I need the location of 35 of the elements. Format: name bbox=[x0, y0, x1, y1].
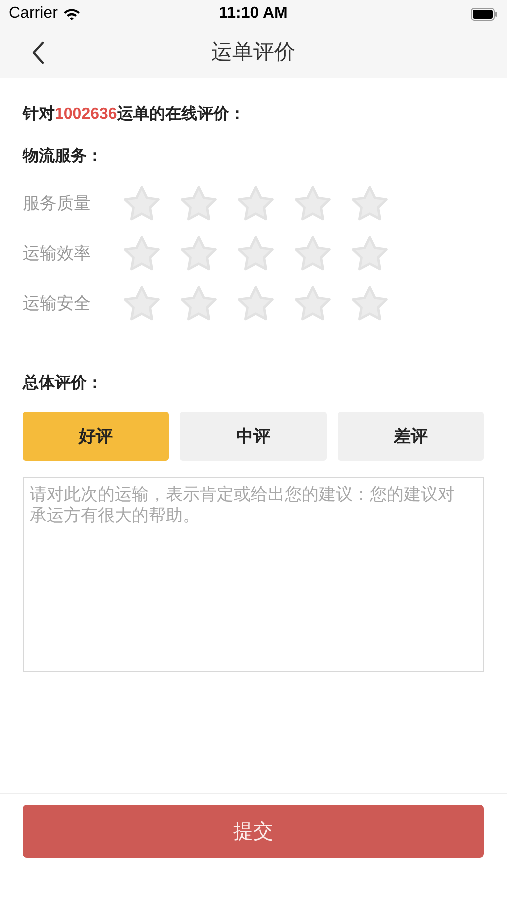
overall-label: 总体评价： bbox=[23, 374, 104, 394]
star-rating[interactable] bbox=[122, 185, 390, 223]
empty-star-icon bbox=[122, 285, 162, 323]
empty-star-icon bbox=[236, 185, 276, 223]
empty-star-icon bbox=[293, 285, 333, 323]
order-rating-heading: 针对1002636运单的在线评价： bbox=[23, 104, 246, 125]
rating-label: 运输效率 bbox=[23, 243, 92, 266]
rating-option[interactable]: 差评 bbox=[338, 412, 484, 461]
empty-star-icon bbox=[122, 185, 162, 223]
empty-star-icon bbox=[179, 285, 219, 323]
empty-star-icon bbox=[350, 185, 390, 223]
empty-star-icon bbox=[350, 285, 390, 323]
carrier-label: Carrier bbox=[9, 4, 58, 24]
empty-star-icon bbox=[236, 285, 276, 323]
wifi-icon bbox=[62, 8, 81, 20]
star-rating[interactable] bbox=[122, 235, 390, 273]
empty-star-icon bbox=[293, 235, 333, 273]
rating-option[interactable]: 中评 bbox=[180, 412, 327, 461]
comment-field[interactable]: 请对此次的运输，表示肯定或给出您的建议：您的建议对承运方有很大的帮助。 bbox=[23, 477, 484, 672]
empty-star-icon bbox=[122, 235, 162, 273]
empty-star-icon bbox=[179, 235, 219, 273]
page-title: 运单评价 bbox=[212, 40, 296, 66]
battery-icon bbox=[471, 8, 498, 20]
empty-star-icon bbox=[293, 185, 333, 223]
rating-label: 运输安全 bbox=[23, 293, 92, 316]
empty-star-icon bbox=[350, 235, 390, 273]
empty-star-icon bbox=[236, 235, 276, 273]
rating-label: 服务质量 bbox=[23, 193, 92, 216]
back-chevron-icon bbox=[32, 41, 46, 65]
submit-button[interactable]: 提交 bbox=[23, 805, 484, 858]
clock-time: 11:10 AM bbox=[219, 4, 288, 24]
star-rating[interactable] bbox=[122, 285, 390, 323]
empty-star-icon bbox=[179, 185, 219, 223]
rating-option[interactable]: 好评 bbox=[23, 412, 170, 461]
section-label: 物流服务： bbox=[23, 146, 104, 167]
